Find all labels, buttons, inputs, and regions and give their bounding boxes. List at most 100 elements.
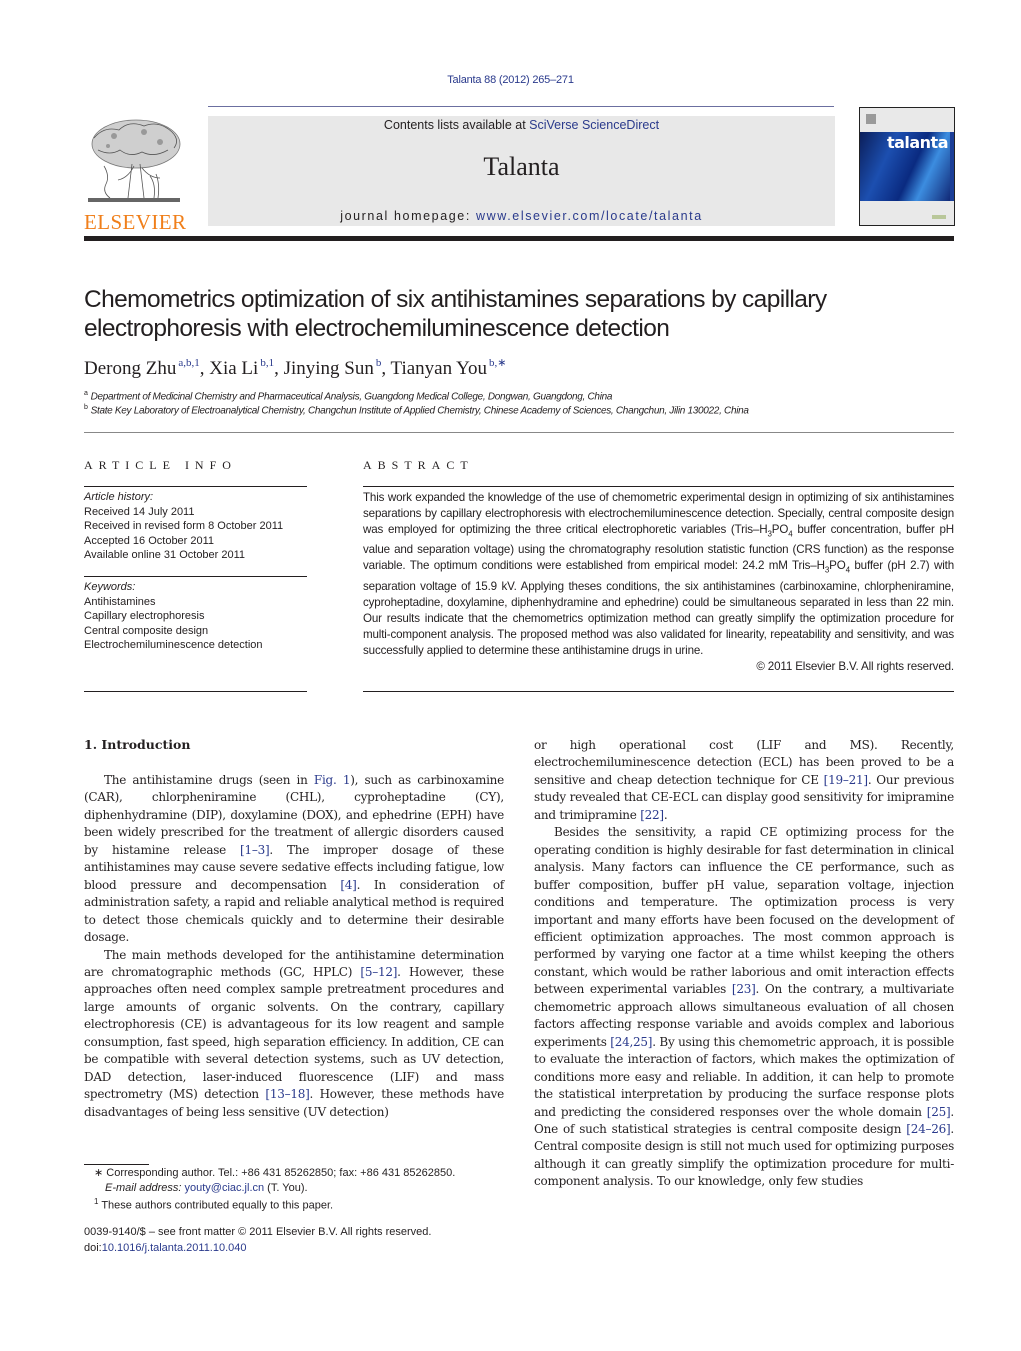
text-run: The antihistamine drugs (seen in	[104, 773, 314, 787]
history-item: Received in revised form 8 October 2011	[84, 520, 284, 532]
author-name: Xia Li	[209, 358, 259, 379]
text-run: . However, these approaches often need c…	[84, 964, 504, 1102]
article-info-rule	[84, 486, 307, 487]
issn-line: 0039-9140/$ – see front matter © 2011 El…	[84, 1226, 432, 1238]
paragraph: or high operational cost (LIF and MS). R…	[534, 737, 954, 824]
affiliation-a: a Department of Medicinal Chemistry and P…	[84, 390, 612, 402]
body-column-right: or high operational cost (LIF and MS). R…	[534, 737, 954, 1191]
affiliation-mark: b	[84, 404, 88, 411]
affiliation-text: Department of Medicinal Chemistry and Ph…	[90, 391, 613, 403]
footnotes: ∗ Corresponding author. Tel.: +86 431 85…	[84, 1166, 504, 1213]
footnote-corresponding: ∗ Corresponding author. Tel.: +86 431 85…	[84, 1166, 504, 1181]
reference-link[interactable]: [24–26]	[906, 1122, 950, 1136]
reference-link[interactable]: [19–21]	[824, 773, 868, 787]
header-rule	[208, 106, 834, 107]
cover-publisher-icon	[866, 114, 876, 124]
text-run: .	[663, 807, 668, 822]
history-item: Received 14 July 2011	[84, 505, 195, 518]
keywords-rule	[84, 576, 307, 577]
keyword-item: Electrochemiluminescence detection	[84, 639, 263, 651]
history-item: Available online 31 October 2011	[84, 549, 246, 561]
article-info-bottom-rule	[84, 691, 307, 692]
abstract-text: This work expanded the knowledge of the …	[363, 490, 954, 659]
footnote-equal: 1 These authors contributed equally to t…	[84, 1195, 504, 1213]
keywords-label: Keywords:	[84, 581, 136, 593]
author-list: Derong Zhu a,b,1, Xia Li b,1, Jinying Sun b…	[84, 356, 506, 380]
article-info-heading: ARTICLE INFO	[84, 458, 237, 472]
homepage-prefix: journal homepage:	[340, 209, 477, 223]
article-history: Article history: Received 14 July 2011 R…	[84, 490, 307, 563]
doi-prefix: doi:	[84, 1241, 102, 1254]
keyword-item: Central composite design	[84, 624, 209, 637]
header-thick-rule	[84, 236, 954, 241]
journal-cover-thumbnail[interactable]: talanta	[859, 107, 955, 226]
elsevier-tree-icon	[88, 119, 181, 202]
author-name: Jinying Sun	[283, 358, 374, 379]
elsevier-logo[interactable]: ELSEVIER	[84, 116, 186, 233]
email-label: E-mail address:	[105, 1181, 185, 1194]
article-title: Chemometrics optimization of six antihis…	[84, 286, 827, 342]
email-suffix: (T. You).	[264, 1181, 308, 1194]
abstract-run: buffer (pH 2.7) with separation voltage …	[363, 559, 954, 657]
reference-link[interactable]: Fig. 1	[314, 773, 351, 787]
footnote-mark: ∗	[94, 1167, 104, 1179]
reference-link[interactable]: [13–18]	[265, 1087, 309, 1101]
abstract-body: This work expanded the knowledge of the …	[363, 490, 954, 675]
sciencedirect-link[interactable]: SciVerse ScienceDirect	[529, 118, 659, 132]
reference-link[interactable]: [5–12]	[360, 965, 397, 979]
reference-link[interactable]: [22]	[640, 808, 664, 822]
footnote-mark: 1	[94, 1197, 99, 1206]
keywords: Keywords: Antihistamines Capillary elect…	[84, 580, 307, 653]
paragraph: The antihistamine drugs (seen in Fig. 1)…	[84, 772, 504, 947]
cover-title: talanta	[886, 133, 949, 152]
author-marks[interactable]: b,∗	[489, 357, 506, 369]
keyword-item: Antihistamines	[84, 595, 156, 608]
affiliation-text: State Key Laboratory of Electroanalytica…	[90, 405, 749, 417]
footnote-text: These authors contributed equally to thi…	[101, 1199, 334, 1212]
affiliation-rule	[84, 432, 954, 433]
abstract-copyright: © 2011 Elsevier B.V. All rights reserved…	[756, 659, 954, 673]
journal-title: Talanta	[483, 152, 560, 181]
footnote-email: E-mail address: youty@ciac.jl.cn (T. You…	[84, 1181, 504, 1196]
reference-link[interactable]: [4]	[340, 878, 357, 892]
author-name: Tianyan You	[390, 358, 487, 379]
doi-link[interactable]: 10.1016/j.talanta.2011.10.040	[102, 1242, 247, 1254]
journal-citation[interactable]: Talanta 88 (2012) 265–271	[0, 74, 1021, 86]
abstract-run: PO	[829, 559, 846, 573]
reference-link[interactable]: [24,25]	[610, 1035, 652, 1049]
paragraph: Besides the sensitivity, a rapid CE opti…	[534, 824, 954, 1191]
abstract-bottom-rule	[363, 691, 954, 692]
email-link[interactable]: youty@ciac.jl.cn	[184, 1182, 264, 1194]
affiliation-b: b State Key Laboratory of Electroanalytic…	[84, 404, 749, 416]
author-marks[interactable]: b,1	[260, 357, 274, 369]
author-name: Derong Zhu	[84, 358, 177, 379]
article-history-label: Article history:	[84, 491, 154, 503]
abstract-run: PO	[771, 523, 789, 536]
cover-footer-icon	[932, 215, 946, 219]
affiliation-mark: a	[84, 390, 88, 397]
author-separator: ,	[274, 358, 284, 379]
front-matter: 0039-9140/$ – see front matter © 2011 El…	[84, 1225, 431, 1256]
homepage-line: journal homepage: www.elsevier.com/locat…	[208, 209, 835, 223]
author-separator: ,	[381, 358, 391, 379]
reference-link[interactable]: [25]	[927, 1105, 951, 1119]
author-separator: ,	[199, 358, 210, 379]
body-column-left: The antihistamine drugs (seen in Fig. 1)…	[84, 772, 504, 1121]
cover-strip	[950, 132, 954, 201]
homepage-link[interactable]: www.elsevier.com/locate/talanta	[476, 209, 703, 223]
footnote-text: Corresponding author. Tel.: +86 431 8526…	[106, 1167, 456, 1179]
author-marks[interactable]: a,b,1	[178, 357, 199, 369]
abstract-heading: ABSTRACT	[363, 458, 474, 472]
history-item: Accepted 16 October 2011	[84, 534, 215, 547]
doi-line: doi:10.1016/j.talanta.2011.10.040	[84, 1241, 431, 1257]
abstract-rule	[363, 486, 954, 487]
text-run: Besides the sensitivity, a rapid CE opti…	[534, 825, 954, 997]
reference-link[interactable]: [1–3]	[240, 843, 270, 857]
contents-prefix: Contents lists available at	[383, 118, 530, 132]
paragraph: The main methods developed for the antih…	[84, 947, 504, 1122]
reference-link[interactable]: [23]	[732, 982, 756, 996]
keyword-item: Capillary electrophoresis	[84, 610, 205, 622]
footnote-rule	[84, 1164, 149, 1165]
section-heading-introduction: 1. Introduction	[84, 737, 191, 752]
journal-banner: Contents lists available at SciVerse Sci…	[208, 116, 835, 226]
